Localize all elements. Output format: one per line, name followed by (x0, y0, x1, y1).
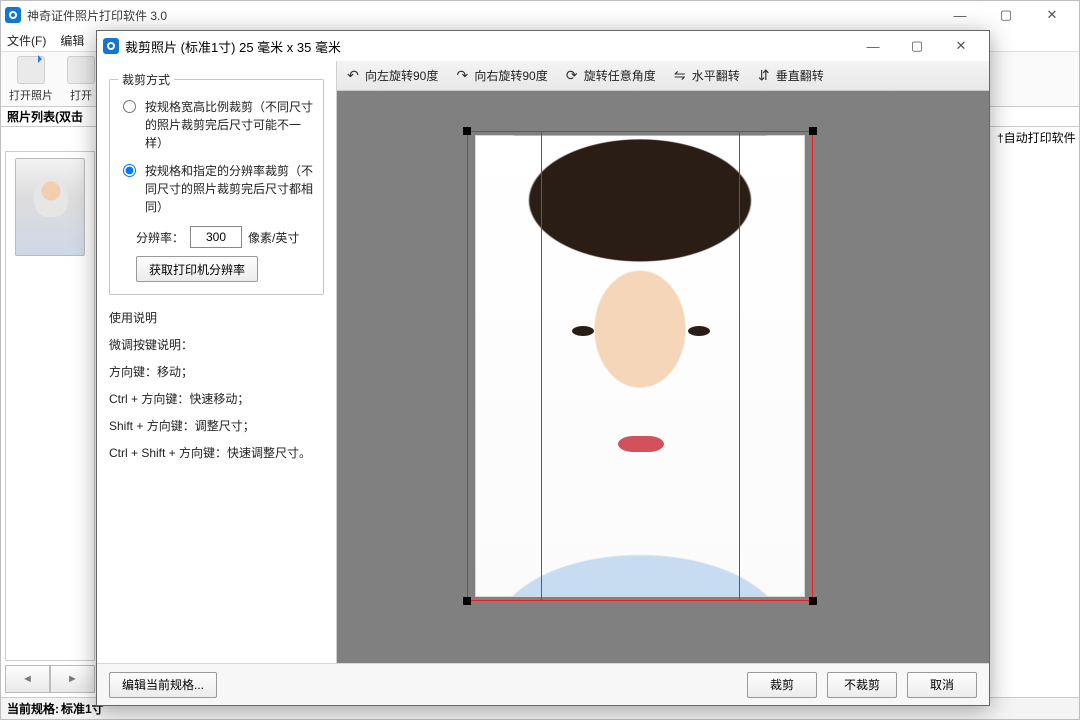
photo-thumbnail[interactable] (15, 158, 85, 256)
rotate-any-label: 旋转任意角度 (584, 67, 656, 84)
menu-file[interactable]: 文件(F) (7, 32, 46, 49)
main-close-button[interactable]: ✕ (1029, 1, 1075, 29)
dialog-left-panel: 裁剪方式 按规格宽高比例裁剪（不同尺寸的照片裁剪完后尺寸可能不一样） 按规格和指… (97, 61, 337, 663)
crop-handle-tl[interactable] (463, 127, 471, 135)
crop-dialog: 裁剪照片 (标准1寸) 25 毫米 x 35 毫米 — ▢ ✕ 裁剪方式 按规格… (96, 30, 990, 706)
instructions-title: 使用说明 (109, 309, 324, 326)
list-next-button[interactable]: ► (50, 665, 95, 693)
open-label: 打开 (70, 87, 92, 103)
flip-vertical-label: 垂直翻转 (776, 67, 824, 84)
photo-list-nav: ◄ ► (5, 665, 95, 693)
main-maximize-button[interactable]: ▢ (983, 1, 1029, 29)
crop-option-aspect[interactable]: 按规格宽高比例裁剪（不同尺寸的照片裁剪完后尺寸可能不一样） (118, 98, 315, 152)
crop-rectangle[interactable] (467, 131, 813, 601)
dialog-right-panel: ↶ 向左旋转90度 ↷ 向右旋转90度 ⟳ 旋转任意角度 ⇋ 水平翻转 ⇵ (337, 61, 989, 663)
crop-option-aspect-label: 按规格宽高比例裁剪（不同尺寸的照片裁剪完后尺寸可能不一样） (145, 98, 315, 152)
instructions: 使用说明 微调按键说明： 方向键：移动； Ctrl + 方向键：快速移动； Sh… (109, 309, 324, 461)
crop-option-resolution[interactable]: 按规格和指定的分辨率裁剪（不同尺寸的照片裁剪完后尺寸都相同） (118, 162, 315, 216)
dialog-footer: 编辑当前规格... 裁剪 不裁剪 取消 (97, 663, 989, 705)
main-minimize-button[interactable]: — (937, 1, 983, 29)
edit-spec-button[interactable]: 编辑当前规格... (109, 672, 217, 698)
open-photo-label: 打开照片 (9, 87, 53, 103)
flip-horizontal-label: 水平翻转 (692, 67, 740, 84)
crop-option-aspect-radio[interactable] (123, 100, 136, 113)
flip-vertical-icon: ⇵ (756, 68, 772, 84)
open-photo-button[interactable]: 打开照片 (9, 56, 53, 103)
resolution-unit: 像素/英寸 (248, 229, 299, 246)
photo-list[interactable] (5, 151, 95, 661)
get-printer-resolution-button[interactable]: 获取打印机分辨率 (136, 256, 258, 282)
rotate-any-button[interactable]: ⟳ 旋转任意角度 (564, 67, 656, 84)
crop-guide-right (739, 131, 740, 601)
main-title: 神奇证件照片打印软件 3.0 (27, 7, 167, 24)
main-titlebar: 神奇证件照片打印软件 3.0 — ▢ ✕ (1, 1, 1079, 29)
status-label: 当前规格: (7, 700, 59, 717)
resolution-input[interactable] (190, 226, 242, 248)
flip-vertical-button[interactable]: ⇵ 垂直翻转 (756, 67, 824, 84)
flip-horizontal-icon: ⇋ (672, 68, 688, 84)
instructions-line-3: Ctrl + 方向键：快速移动； (109, 390, 324, 407)
crop-handle-br[interactable] (809, 597, 817, 605)
instructions-line-5: Ctrl + Shift + 方向键：快速调整尺寸。 (109, 444, 324, 461)
rotate-right-button[interactable]: ↷ 向右旋转90度 (454, 67, 547, 84)
flip-horizontal-button[interactable]: ⇋ 水平翻转 (672, 67, 740, 84)
dialog-close-button[interactable]: ✕ (939, 31, 983, 61)
dialog-title: 裁剪照片 (标准1寸) 25 毫米 x 35 毫米 (125, 37, 341, 56)
rotate-left-label: 向左旋转90度 (365, 67, 438, 84)
open-photo-icon (17, 56, 45, 84)
no-crop-button[interactable]: 不裁剪 (827, 672, 897, 698)
rotate-right-label: 向右旋转90度 (474, 67, 547, 84)
cancel-button[interactable]: 取消 (907, 672, 977, 698)
open-icon (67, 56, 95, 84)
dialog-minimize-button[interactable]: — (851, 31, 895, 61)
crop-toolbar: ↶ 向左旋转90度 ↷ 向右旋转90度 ⟳ 旋转任意角度 ⇋ 水平翻转 ⇵ (337, 61, 989, 91)
crop-handle-bl[interactable] (463, 597, 471, 605)
dialog-titlebar: 裁剪照片 (标准1寸) 25 毫米 x 35 毫米 — ▢ ✕ (97, 31, 989, 61)
open-button[interactable]: 打开 (67, 56, 95, 103)
instructions-line-1: 微调按键说明： (109, 336, 324, 353)
crop-handle-tr[interactable] (809, 127, 817, 135)
right-banner: †自动打印软件 (997, 129, 1077, 149)
crop-mode-group: 裁剪方式 按规格宽高比例裁剪（不同尺寸的照片裁剪完后尺寸可能不一样） 按规格和指… (109, 71, 324, 295)
dialog-window-controls: — ▢ ✕ (851, 31, 983, 61)
crop-guide-left (541, 131, 542, 601)
rotate-left-icon: ↶ (345, 68, 361, 84)
rotate-right-icon: ↷ (454, 68, 470, 84)
crop-button[interactable]: 裁剪 (747, 672, 817, 698)
crop-option-resolution-radio[interactable] (123, 164, 136, 177)
crop-option-resolution-label: 按规格和指定的分辨率裁剪（不同尺寸的照片裁剪完后尺寸都相同） (145, 162, 315, 216)
crop-mode-legend: 裁剪方式 (118, 71, 174, 88)
rotate-any-icon: ⟳ (564, 68, 580, 84)
rotate-left-button[interactable]: ↶ 向左旋转90度 (345, 67, 438, 84)
resolution-row: 分辨率： 像素/英寸 (136, 226, 315, 248)
instructions-line-2: 方向键：移动； (109, 363, 324, 380)
menu-edit[interactable]: 编辑 (60, 32, 84, 49)
dialog-body: 裁剪方式 按规格宽高比例裁剪（不同尺寸的照片裁剪完后尺寸可能不一样） 按规格和指… (97, 61, 989, 663)
list-prev-button[interactable]: ◄ (5, 665, 50, 693)
app-icon (5, 7, 21, 23)
resolution-label: 分辨率： (136, 229, 184, 246)
instructions-line-4: Shift + 方向键：调整尺寸； (109, 417, 324, 434)
dialog-maximize-button[interactable]: ▢ (895, 31, 939, 61)
main-window-controls: — ▢ ✕ (937, 1, 1075, 29)
canvas-area[interactable] (337, 91, 989, 663)
dialog-icon (103, 38, 119, 54)
